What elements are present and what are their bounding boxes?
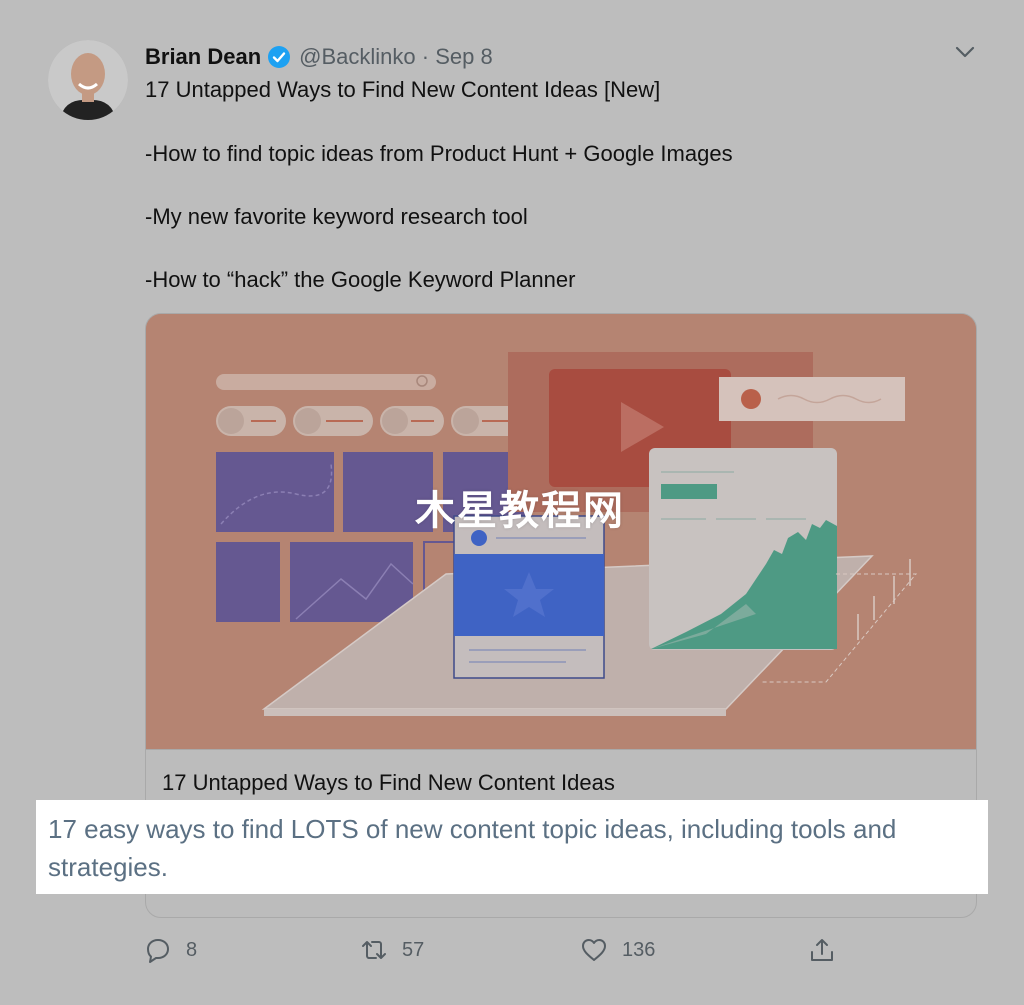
author-name[interactable]: Brian Dean [145, 44, 261, 70]
tweet-text-line: 17 Untapped Ways to Find New Content Ide… [145, 77, 661, 102]
tweet-date[interactable]: Sep 8 [435, 44, 493, 69]
tweet-text-line: -How to find topic ideas from Product Hu… [145, 141, 733, 166]
share-button[interactable] [808, 932, 836, 968]
card-title[interactable]: 17 Untapped Ways to Find New Content Ide… [162, 770, 615, 796]
tweet-header: Brian Dean @Backlinko · Sep 8 [145, 40, 493, 74]
retweet-icon [362, 941, 386, 959]
chevron-down-icon[interactable] [952, 40, 978, 64]
tweet-text-line: -My new favorite keyword research tool [145, 204, 528, 229]
verified-badge-icon [267, 45, 291, 69]
like-icon [582, 939, 606, 961]
tweet-text-line: -How to “hack” the Google Keyword Planne… [145, 267, 576, 292]
reply-count: 8 [186, 938, 198, 961]
author-handle[interactable]: @Backlinko [299, 44, 416, 69]
share-icon [811, 939, 833, 961]
like-button[interactable]: 136 [580, 932, 655, 968]
watermark: 木星教程网 [415, 489, 625, 533]
card-description-highlight: 17 easy ways to find LOTS of new content… [36, 800, 988, 894]
retweet-count: 57 [402, 938, 425, 961]
retweet-button[interactable]: 57 [360, 932, 424, 968]
card-divider [146, 749, 976, 750]
avatar[interactable] [48, 40, 128, 120]
card-description: 17 easy ways to find LOTS of new content… [48, 814, 897, 882]
like-count: 136 [622, 938, 656, 961]
reply-icon [147, 939, 169, 963]
separator: · [421, 44, 430, 69]
reply-button[interactable]: 8 [144, 932, 197, 968]
